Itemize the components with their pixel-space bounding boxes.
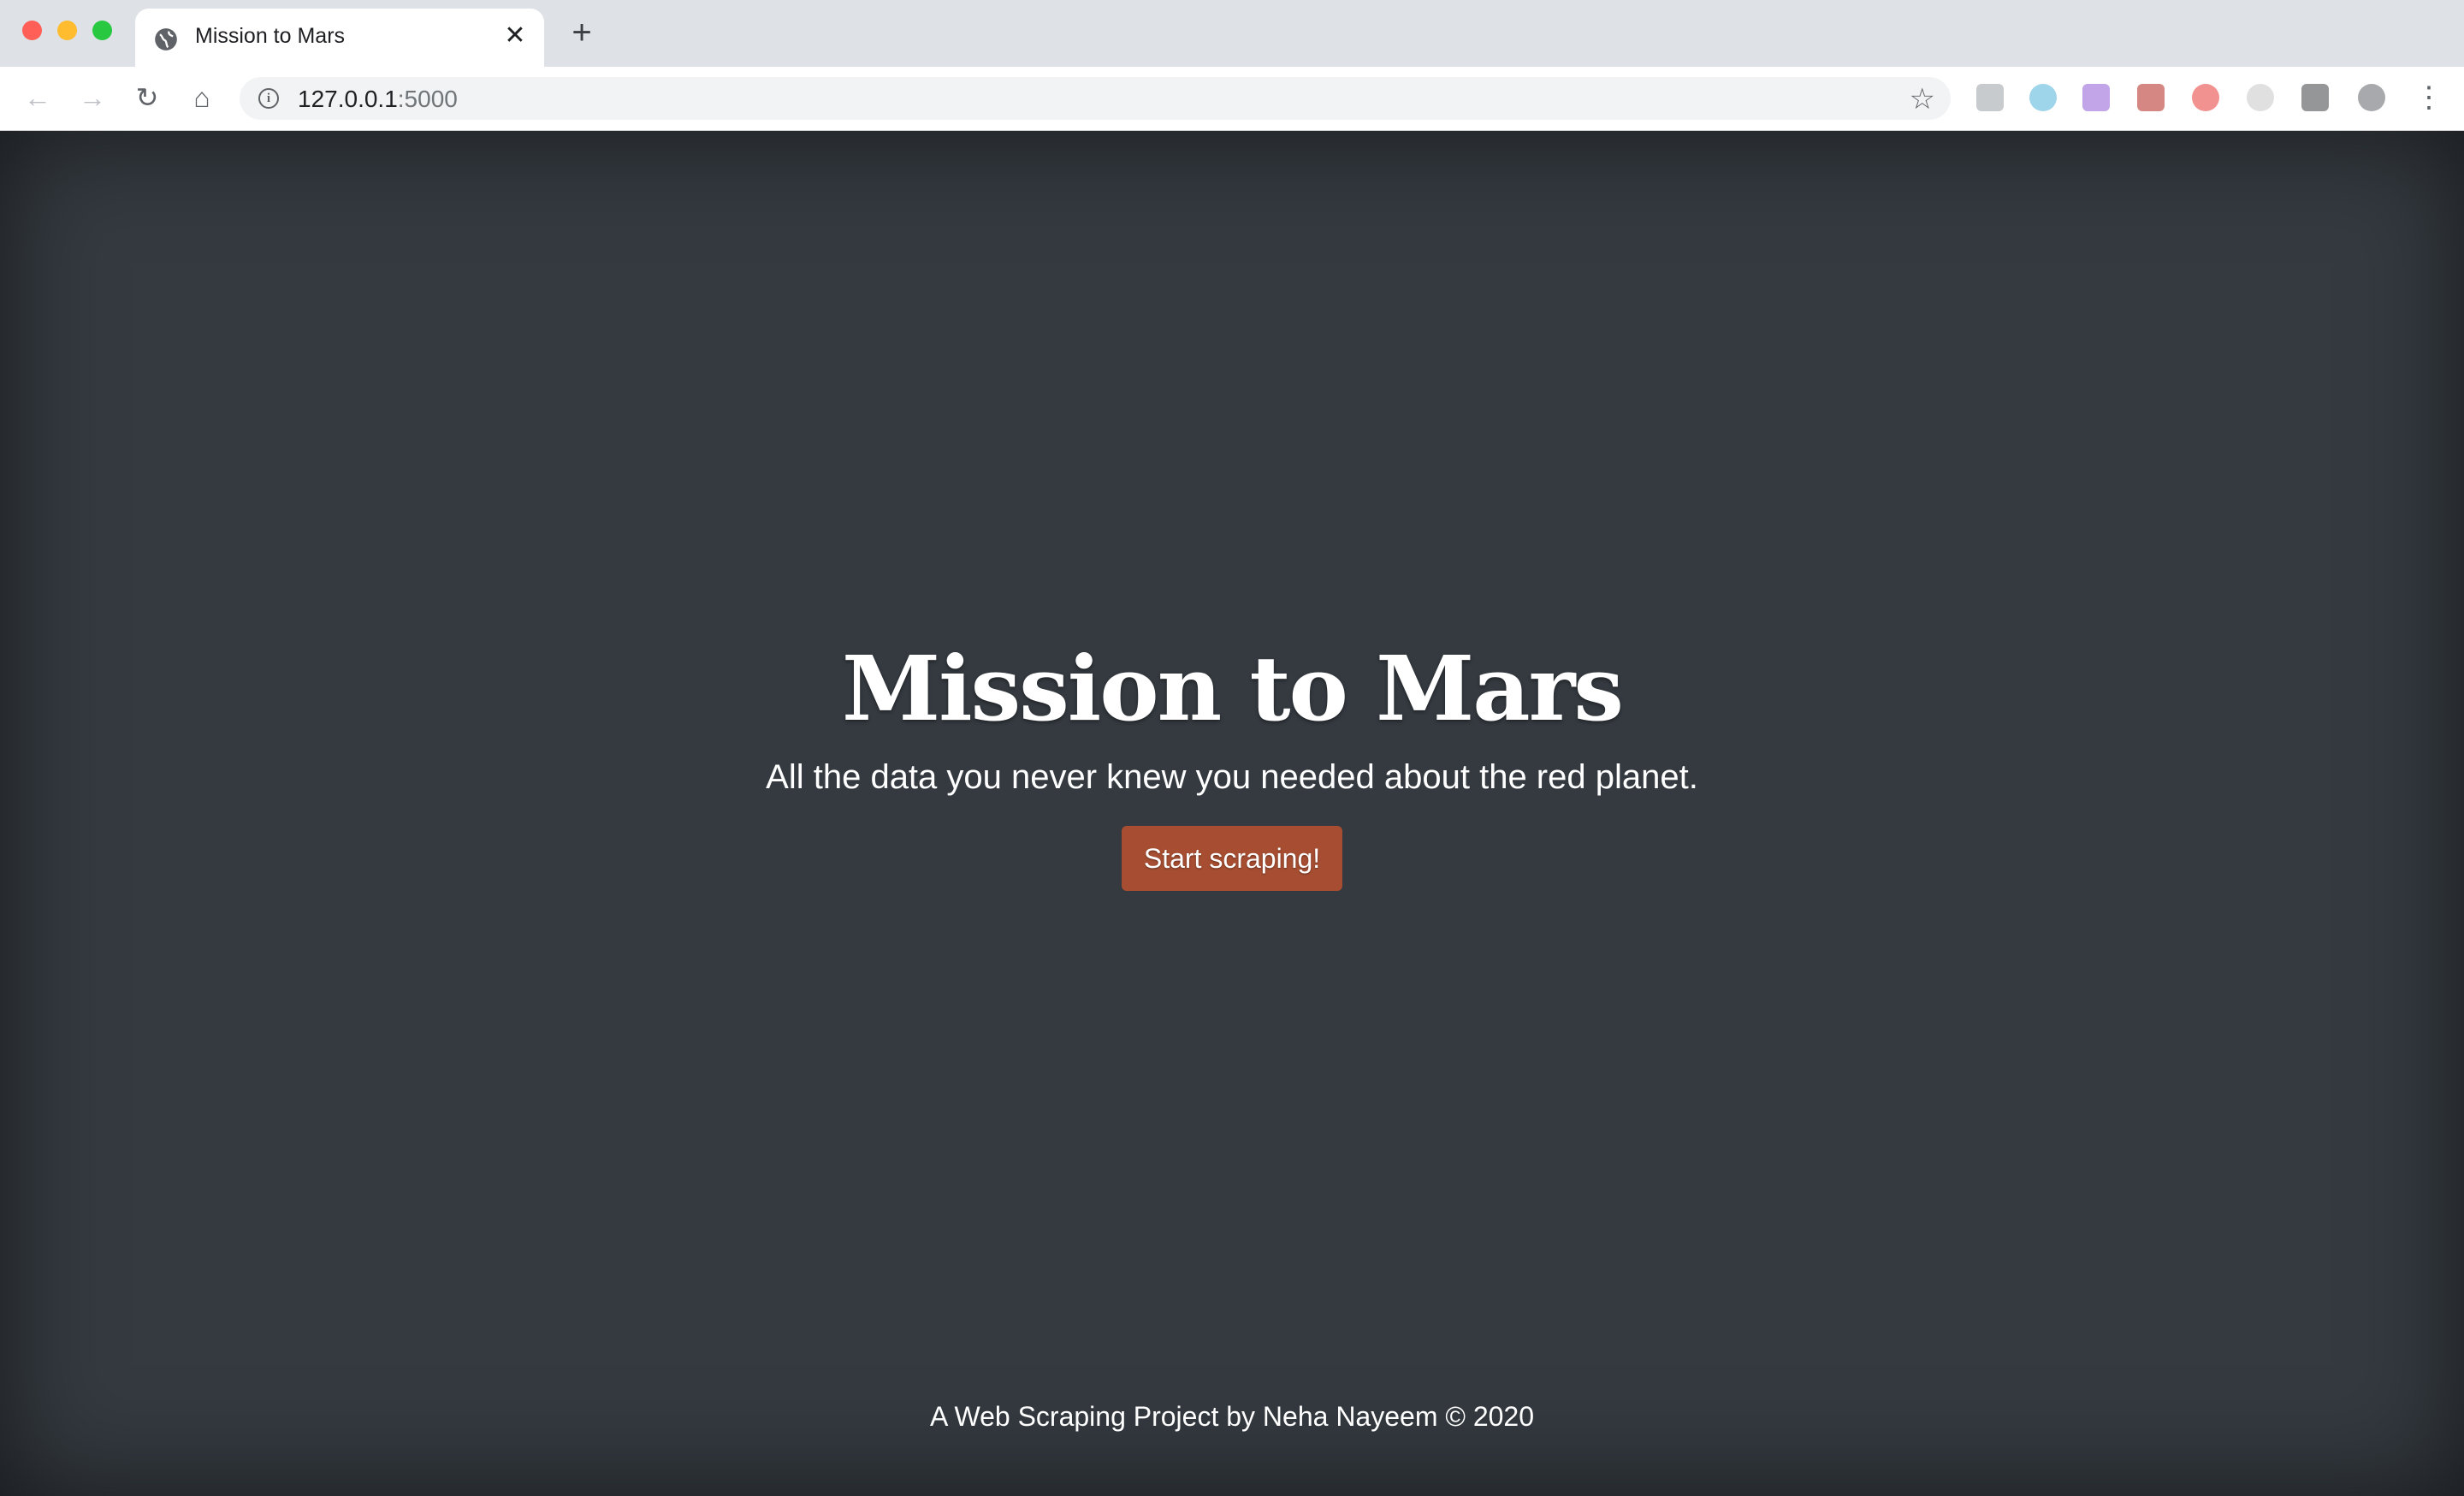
tab-strip: Mission to Mars ✕ + <box>0 0 2464 67</box>
extension-icon[interactable] <box>2247 84 2274 111</box>
globe-icon <box>155 28 177 50</box>
plus-icon[interactable]: + <box>565 15 599 50</box>
address-bar[interactable]: i 127.0.0.1:5000 ☆ <box>240 77 1951 120</box>
extension-icon[interactable] <box>1976 84 2004 111</box>
close-icon[interactable]: ✕ <box>500 21 530 51</box>
avatar[interactable] <box>2358 84 2385 111</box>
page-viewport: Mission to Mars All the data you never k… <box>0 131 2464 1496</box>
minimize-window-button[interactable] <box>57 21 77 40</box>
page-subtitle: All the data you never knew you needed a… <box>766 758 1698 796</box>
window-controls <box>22 21 112 40</box>
footer-text: A Web Scraping Project by Neha Nayeem © … <box>929 1401 1535 1432</box>
maximize-window-button[interactable] <box>92 21 112 40</box>
extension-icon[interactable] <box>2137 84 2165 111</box>
tab-title: Mission to Mars <box>195 24 346 48</box>
extension-icon[interactable] <box>2192 84 2219 111</box>
star-icon[interactable]: ☆ <box>1910 82 1935 116</box>
info-icon[interactable]: i <box>258 88 279 109</box>
back-arrow-icon[interactable]: ← <box>21 80 55 115</box>
extension-icon[interactable] <box>2082 84 2110 111</box>
page-title: Mission to Mars <box>842 636 1624 741</box>
url-port: :5000 <box>397 86 458 112</box>
home-icon[interactable]: ⌂ <box>185 80 219 115</box>
start-scraping-button[interactable]: Start scraping! <box>1121 826 1343 891</box>
extension-icon[interactable] <box>2301 84 2329 111</box>
reload-icon[interactable]: ↻ <box>130 80 164 115</box>
extension-icon[interactable] <box>2029 84 2057 111</box>
url-text: 127.0.0.1:5000 <box>298 86 458 113</box>
menu-icon[interactable]: ⋮ <box>2414 80 2443 115</box>
browser-tab[interactable]: Mission to Mars ✕ <box>135 9 544 67</box>
forward-arrow-icon[interactable]: → <box>75 80 110 115</box>
hero-section: Mission to Mars All the data you never k… <box>0 636 2464 891</box>
close-window-button[interactable] <box>22 21 42 40</box>
url-host: 127.0.0.1 <box>298 86 398 112</box>
browser-toolbar: ← → ↻ ⌂ i 127.0.0.1:5000 ☆ ⋮ <box>0 67 2464 131</box>
